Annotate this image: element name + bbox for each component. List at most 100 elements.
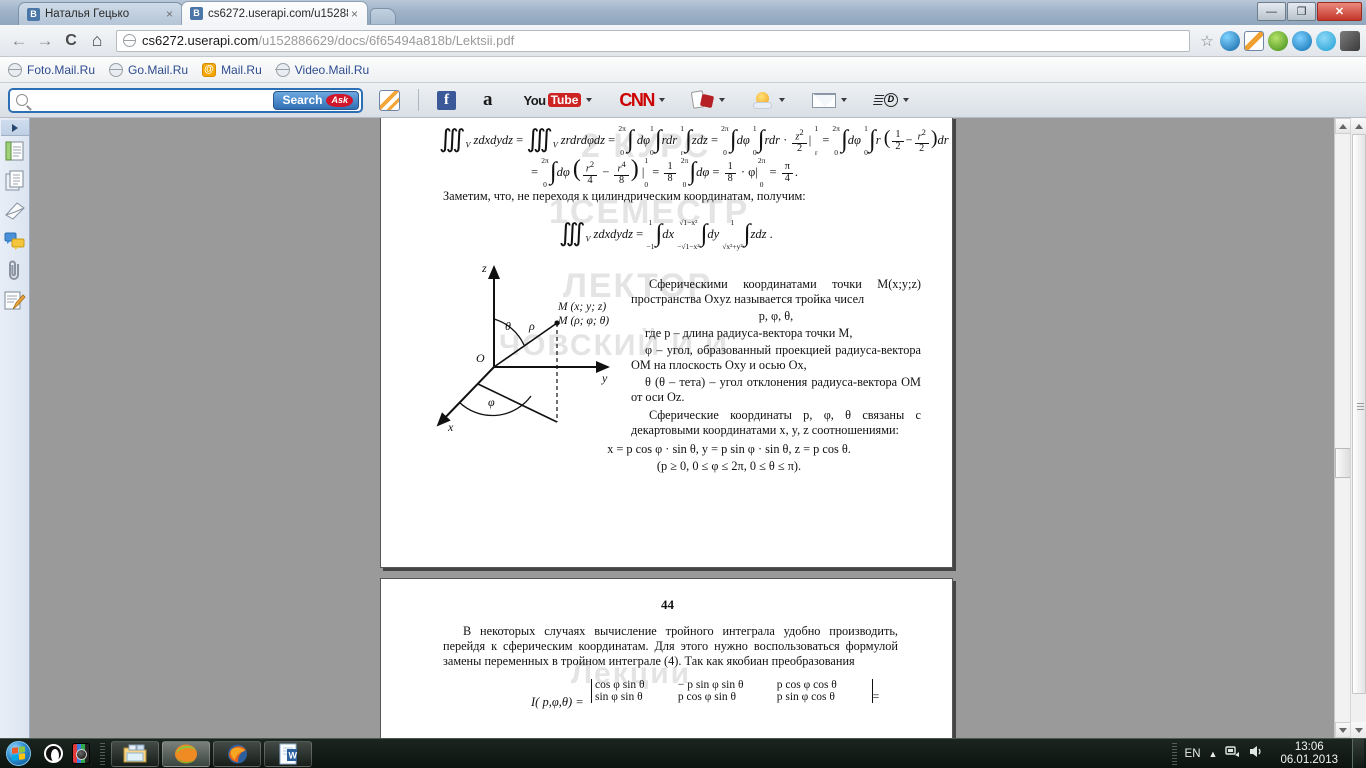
chevron-up-icon <box>1339 123 1347 129</box>
matrix-row-1: cos φ sin θ − p sin φ sin θ p cos φ cos … <box>595 679 837 691</box>
skype-icon[interactable] <box>1316 30 1336 51</box>
ask-search-box[interactable]: Search Ask <box>8 87 363 113</box>
tab-strip: B Наталья Гецько × B cs6272.userapi.com/… <box>18 0 396 25</box>
pdf-scroll-down-button[interactable] <box>1335 722 1351 738</box>
games-cards-icon[interactable] <box>690 89 725 110</box>
globe-icon <box>275 62 290 77</box>
taskbar-item-firefox[interactable] <box>213 740 261 767</box>
back-icon[interactable]: ← <box>6 28 32 54</box>
taskbar-item-word[interactable]: W <box>264 740 312 767</box>
browser-tab-1[interactable]: B Наталья Гецько × <box>18 2 183 25</box>
mail-at-icon[interactable] <box>1292 30 1312 51</box>
pdf-scroll-up-button[interactable] <box>1335 118 1351 134</box>
point-label-cartesian: M (x; y; z) <box>558 301 607 313</box>
bookmark-star-icon[interactable]: ☆ <box>1196 32 1218 50</box>
ask-picture-icon[interactable] <box>379 89 400 111</box>
browser-tab-2[interactable]: B cs6272.userapi.com/u15288 × <box>181 1 368 25</box>
bookmark-label: Mail.Ru <box>221 62 262 77</box>
browser-scroll-down-button[interactable] <box>1351 722 1366 738</box>
formula-row-3: ∭V zdxdydz = 1 −1 ∫dx √1−x² −√1−x² ∫dy 1 √x²+… <box>559 217 773 252</box>
sidebar-item-signature[interactable] <box>1 286 29 316</box>
pdf-scrollbar[interactable] <box>1334 118 1351 738</box>
close-icon[interactable]: × <box>348 7 361 21</box>
bookmark-foto-mail[interactable]: Foto.Mail.Ru <box>7 62 95 77</box>
dictionary-icon[interactable]: D <box>872 93 909 107</box>
show-desktop-button[interactable] <box>1352 739 1364 768</box>
address-bar[interactable]: cs6272.userapi.com/u152886629/docs/6f654… <box>116 29 1190 52</box>
taskbar-item-explorer[interactable] <box>111 740 159 767</box>
chevron-down-icon[interactable] <box>658 98 665 102</box>
tab-title: Наталья Гецько <box>45 8 130 20</box>
language-indicator[interactable]: EN <box>1185 748 1201 760</box>
pdf-sidebar <box>0 118 30 738</box>
clock[interactable]: 13:06 06.01.2013 <box>1274 741 1344 767</box>
cnn-icon[interactable]: CNN <box>619 90 665 111</box>
weather-icon[interactable] <box>752 91 785 110</box>
chevron-down-icon[interactable] <box>586 98 593 102</box>
point-label-spherical: M (ρ; φ; θ) <box>558 315 610 327</box>
sidebar-expand-button[interactable] <box>0 120 29 136</box>
bing-icon[interactable] <box>1220 30 1240 51</box>
ask-search-input[interactable] <box>34 93 274 107</box>
taskbar-item-media-player[interactable] <box>162 740 210 767</box>
facebook-icon[interactable]: f <box>437 90 456 110</box>
chevron-down-icon[interactable] <box>778 98 785 102</box>
download-icon[interactable] <box>1268 30 1288 51</box>
home-icon[interactable]: ⌂ <box>84 28 110 54</box>
chevron-down-icon[interactable] <box>840 98 847 102</box>
sidebar-item-bookmarks[interactable] <box>1 136 29 166</box>
comments-icon <box>4 232 24 250</box>
note-text: Заметим, что, не переходя к цилиндрическ… <box>443 189 806 203</box>
body-paragraph-1: Сферическими координатами точки M(x;y;z)… <box>631 277 921 307</box>
opera-icon[interactable] <box>40 741 66 767</box>
sidebar-item-comments[interactable] <box>1 226 29 256</box>
matrix-equals: = <box>872 691 880 703</box>
expand-panel-arrow-icon <box>11 123 18 132</box>
extension-bar <box>1218 30 1360 51</box>
body-paragraph-4: θ (θ – тета) – угол отклонения радиуса-в… <box>631 375 921 405</box>
reload-icon[interactable]: C <box>58 28 84 54</box>
bookmark-label: Go.Mail.Ru <box>128 62 189 77</box>
bookmark-video-mail[interactable]: Video.Mail.Ru <box>275 62 369 77</box>
browser-scrollbar[interactable] <box>1350 118 1366 738</box>
new-tab-button[interactable] <box>370 8 396 24</box>
sidebar-item-attachments[interactable] <box>1 196 29 226</box>
chevron-down-icon[interactable] <box>718 98 725 102</box>
mail-envelope-icon[interactable] <box>811 92 847 108</box>
spherical-coordinates-diagram: z y x O θ ρ φ M (x; y; z) M (ρ; φ; θ) <box>426 257 641 447</box>
sidebar-item-pages[interactable] <box>1 166 29 196</box>
picture-icon[interactable] <box>1244 30 1264 51</box>
chevron-down-icon[interactable] <box>902 98 909 102</box>
volume-icon[interactable] <box>1249 744 1266 764</box>
ask-search-button[interactable]: Search Ask <box>273 90 359 110</box>
network-icon[interactable] <box>1225 744 1241 764</box>
minimize-button[interactable]: — <box>1257 2 1286 21</box>
sidebar-item-paperclip[interactable] <box>1 256 29 286</box>
forward-icon[interactable]: → <box>32 28 58 54</box>
close-button[interactable]: ✕ <box>1317 2 1362 21</box>
theta-label: θ <box>505 319 511 333</box>
page2-paragraph: В некоторых случаях вычисление тройного … <box>443 624 898 669</box>
browser-scroll-up-button[interactable] <box>1351 118 1366 134</box>
chevron-up-icon <box>1355 123 1363 129</box>
bookmark-mail-ru[interactable]: @ Mail.Ru <box>202 62 262 77</box>
pdf-page-area[interactable]: 2 КУРС 1СЕМЕСТР ЛЕКТОР ЧОВСКИЙ И.И ∭V zd… <box>30 118 1334 738</box>
url-path: /u152886629/docs/6f65494a818b/Lektsii.pd… <box>258 33 515 48</box>
axis-label-z: z <box>482 261 487 275</box>
start-button[interactable] <box>0 739 36 768</box>
pdf-viewer: 2 КУРС 1СЕМЕСТР ЛЕКТОР ЧОВСКИЙ И.И ∭V zd… <box>0 118 1366 738</box>
show-hidden-icons-button[interactable]: ▲ <box>1209 749 1218 759</box>
window-controls: — ❐ ✕ <box>1257 2 1362 21</box>
amazon-icon[interactable]: a <box>483 90 493 109</box>
paperclip-icon <box>8 260 19 280</box>
signature-icon <box>4 291 26 310</box>
maximize-button[interactable]: ❐ <box>1287 2 1316 21</box>
browser-scroll-thumb[interactable] <box>1352 134 1366 694</box>
youtube-icon[interactable]: You Tube <box>524 93 593 108</box>
wrench-icon[interactable] <box>1340 30 1360 51</box>
bookmark-go-mail[interactable]: Go.Mail.Ru <box>108 62 189 77</box>
attachments-envelope-icon <box>4 202 25 220</box>
pdf-scroll-thumb[interactable] <box>1335 448 1351 478</box>
camera-icon[interactable] <box>68 741 94 767</box>
close-icon[interactable]: × <box>163 7 176 21</box>
